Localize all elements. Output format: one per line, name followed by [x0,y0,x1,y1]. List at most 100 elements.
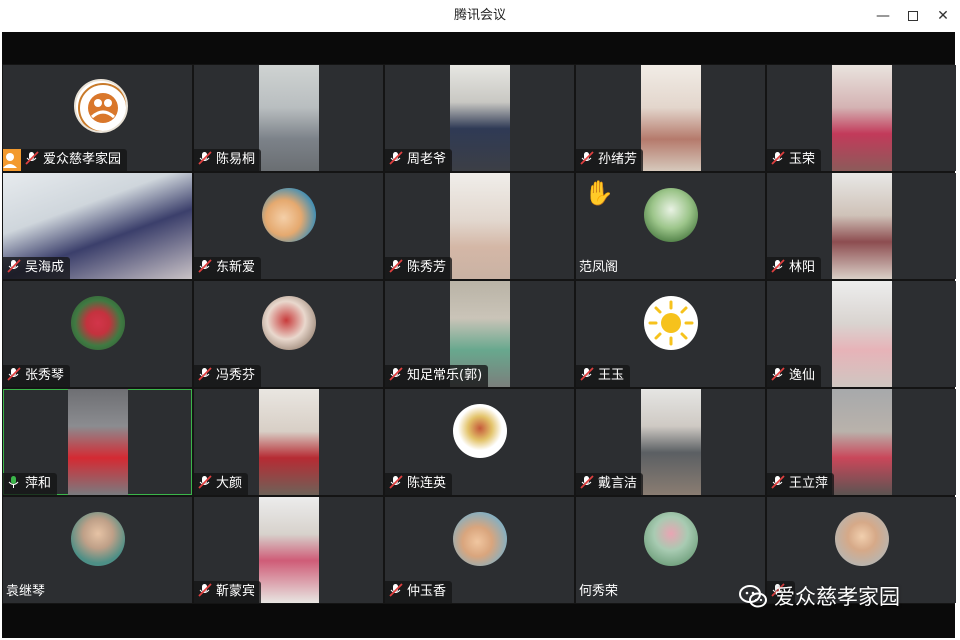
window-title: 腾讯会议 [453,8,506,23]
video-feed [641,65,701,171]
participant-name: 吴海成 [25,260,65,275]
profile-avatar [453,404,507,458]
participant-tile[interactable]: 周老爷 [385,65,574,171]
participant-name: 萍和 [25,476,52,491]
participant-name: 陈连英 [407,476,447,491]
participant-tile[interactable]: 陈易桐 [194,65,383,171]
participant-name-tag: 戴言洁 [576,473,644,495]
participant-name-tag: 张秀琴 [3,365,71,387]
participant-tile[interactable]: 逸仙 [767,281,956,387]
participant-tile[interactable]: 靳蒙宾 [194,497,383,603]
participant-name-tag: 陈连英 [385,473,453,495]
video-feed [832,173,892,279]
profile-avatar [71,512,125,566]
participant-tile[interactable]: ✋ 范凤阁 [576,173,765,279]
participant-name: 陈秀芳 [407,260,447,275]
mic-muted-icon [771,151,785,165]
participant-name: 袁继琴 [6,584,46,599]
participant-tile[interactable]: 爱众慈孝家园 [3,65,192,171]
mic-muted-icon [389,583,403,597]
participant-name-tag: 王立萍 [767,473,835,495]
mic-muted-icon [389,475,403,489]
participant-tile[interactable]: 王立萍 [767,389,956,495]
participant-name-tag: 东新爱 [194,257,262,279]
participant-tile[interactable]: 冯秀芬 [194,281,383,387]
participant-name-tag: 范凤阁 [576,257,624,279]
profile-avatar [644,512,698,566]
participant-name-tag: 仲玉香 [385,581,453,603]
participant-tile[interactable]: 玉荣 [767,65,956,171]
participant-name-tag: 靳蒙宾 [194,581,262,603]
wechat-icon [738,584,768,620]
video-feed [68,389,128,495]
mic-muted-icon [389,151,403,165]
mic-muted-icon [198,583,212,597]
participant-name-tag: 逸仙 [767,365,822,387]
profile-avatar [262,296,316,350]
minimize-button[interactable]: — [871,4,895,28]
sun-avatar-icon [644,296,698,350]
mic-muted-icon [771,367,785,381]
participant-name: 仲玉香 [407,584,447,599]
participant-tile[interactable]: 孙绪芳 [576,65,765,171]
video-feed [450,65,510,171]
participant-name: 范凤阁 [579,260,619,275]
participant-tile[interactable]: 王玉 [576,281,765,387]
participant-name: 靳蒙宾 [216,584,256,599]
mic-muted-icon [7,367,21,381]
participant-tile[interactable]: 仲玉香 [385,497,574,603]
participant-name: 张秀琴 [25,368,65,383]
participant-name-tag: 王玉 [576,365,631,387]
video-feed [259,389,319,495]
top-toolbar-band [2,32,955,64]
participant-name-tag: 陈易桐 [194,149,262,171]
video-feed [832,389,892,495]
close-button[interactable]: ✕ [931,4,955,28]
participant-tile[interactable]: 知足常乐(郭) [385,281,574,387]
participant-name-tag: 萍和 [3,473,58,495]
participant-name: 逸仙 [789,368,816,383]
participant-name-tag: 冯秀芬 [194,365,262,387]
mic-muted-icon [198,367,212,381]
participant-name-tag: 袁继琴 [3,581,51,603]
participant-name: 爱众慈孝家园 [43,152,122,167]
participant-name-tag: 爱众慈孝家园 [3,149,128,171]
participant-tile-speaking[interactable]: 萍和 [3,389,192,495]
participant-tile[interactable]: 陈连英 [385,389,574,495]
mic-muted-icon [25,151,39,165]
participant-name-tag: 知足常乐(郭) [385,365,489,387]
video-feed [450,173,510,279]
participant-name-tag: 何秀荣 [576,581,624,603]
participant-name: 王玉 [598,368,625,383]
profile-avatar [644,188,698,242]
participant-tile[interactable]: 何秀荣 [576,497,765,603]
mic-muted-icon [198,475,212,489]
participant-tile[interactable]: 林阳 [767,173,956,279]
participant-tile[interactable]: 袁继琴 [3,497,192,603]
mic-muted-icon [389,367,403,381]
participant-tile[interactable]: 陈秀芳 [385,173,574,279]
mic-muted-icon [198,259,212,273]
participant-name: 冯秀芬 [216,368,256,383]
participant-tile[interactable]: 张秀琴 [3,281,192,387]
video-feed [641,389,701,495]
mic-muted-icon [198,151,212,165]
profile-avatar [262,188,316,242]
mic-active-icon [7,475,21,489]
participant-name: 戴言洁 [598,476,638,491]
participant-name-tag: 林阳 [767,257,822,279]
mic-muted-icon [580,367,594,381]
watermark-text: 爱众慈孝家园 [774,585,900,609]
watermark: 爱众慈孝家园 [738,580,900,614]
participant-tile[interactable]: 大颜 [194,389,383,495]
mic-muted-icon [580,151,594,165]
mic-muted-icon [771,259,785,273]
participant-name-tag: 孙绪芳 [576,149,644,171]
mic-muted-icon [389,259,403,273]
participant-tile[interactable]: 戴言洁 [576,389,765,495]
participant-tile[interactable]: 东新爱 [194,173,383,279]
maximize-button[interactable] [901,4,925,28]
participant-name: 大颜 [216,476,243,491]
participant-tile[interactable]: 吴海成 [3,173,192,279]
participant-name: 陈易桐 [216,152,256,167]
